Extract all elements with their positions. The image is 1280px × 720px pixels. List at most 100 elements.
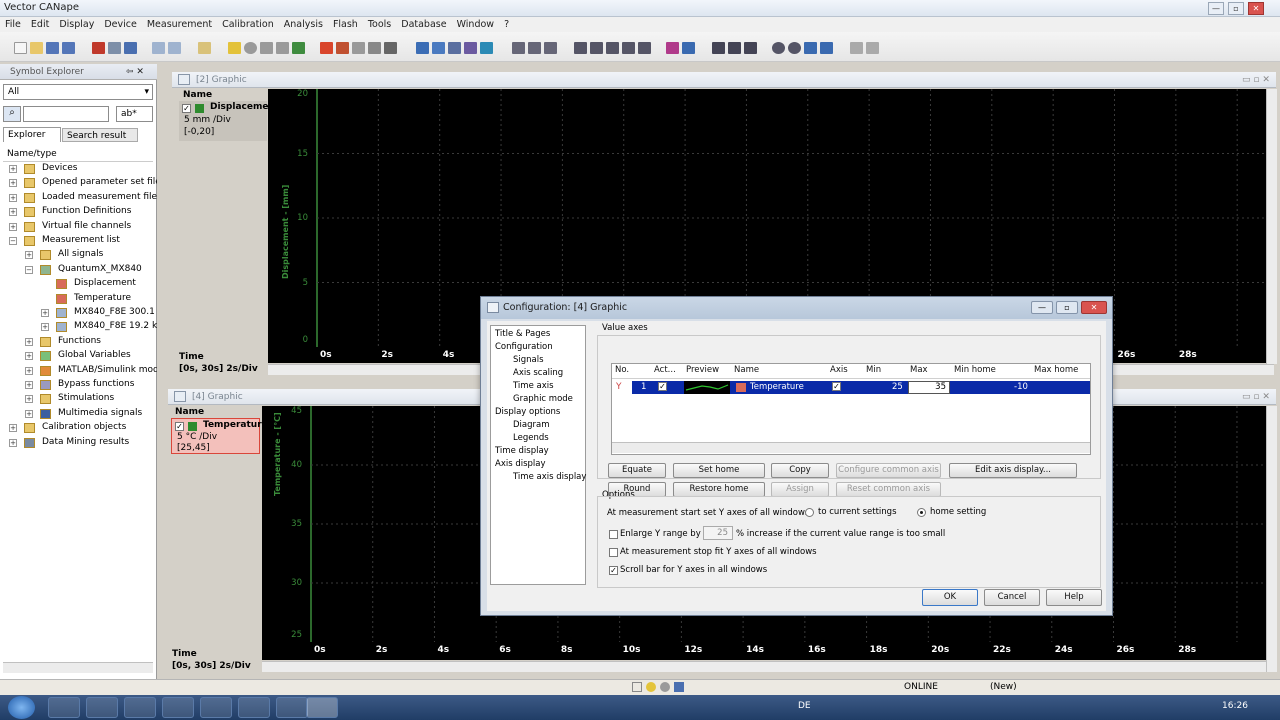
scroll-bar-checkbox[interactable]: ✓ xyxy=(609,566,618,575)
copy-button[interactable]: Copy xyxy=(771,463,829,478)
language-indicator[interactable]: DE xyxy=(798,701,811,711)
taskbar-app-5[interactable] xyxy=(200,697,232,718)
tab-explorer[interactable]: Explorer xyxy=(3,127,61,142)
scale-icon[interactable] xyxy=(606,42,619,54)
tree-item[interactable]: + Functions xyxy=(0,335,157,349)
open-icon[interactable] xyxy=(30,42,43,54)
record-icon[interactable] xyxy=(244,42,257,54)
restore-home-button[interactable]: Restore home xyxy=(673,482,765,497)
print-icon[interactable] xyxy=(384,42,397,54)
device-icon[interactable] xyxy=(92,42,105,54)
maximize-button[interactable]: ▫ xyxy=(1228,2,1244,15)
menu-measurement[interactable]: Measurement xyxy=(142,17,217,30)
tree-item[interactable]: − Measurement list xyxy=(0,234,157,248)
axis3-icon[interactable] xyxy=(544,42,557,54)
tree-item[interactable]: + All signals xyxy=(0,248,157,262)
zoom-out-icon[interactable] xyxy=(788,42,801,54)
nav-legends[interactable]: Legends xyxy=(513,433,549,443)
stop-fit-label[interactable]: At measurement stop fit Y axes of all wi… xyxy=(620,547,817,557)
col-axis[interactable]: Axis xyxy=(830,365,848,375)
fit-icon[interactable] xyxy=(590,42,603,54)
minimize-button[interactable]: — xyxy=(1208,2,1224,15)
search-mode-dropdown[interactable]: ab* xyxy=(116,106,153,122)
radio-current-settings[interactable] xyxy=(805,508,814,517)
back-icon[interactable] xyxy=(152,42,165,54)
redo-icon[interactable] xyxy=(866,42,879,54)
lightning-icon[interactable] xyxy=(228,42,241,54)
help-button[interactable]: Help xyxy=(1046,589,1102,606)
tree-item[interactable]: + Loaded measurement files xyxy=(0,191,157,205)
flash-icon[interactable] xyxy=(352,42,365,54)
window-icon[interactable] xyxy=(198,42,211,54)
graphic4-window-buttons-icon[interactable]: ▭ ▫ ✕ xyxy=(1242,392,1270,402)
search-icon[interactable]: ⌕ xyxy=(3,106,21,122)
col-active[interactable]: Act... xyxy=(654,365,676,375)
assign-button[interactable]: Assign xyxy=(771,482,829,497)
scroll-bar-label[interactable]: Scroll bar for Y axes in all windows xyxy=(620,565,767,575)
expand-icon[interactable]: + xyxy=(25,366,33,375)
cancel-button[interactable]: Cancel xyxy=(984,589,1040,606)
menu-flash[interactable]: Flash xyxy=(328,17,363,30)
expand-icon[interactable]: + xyxy=(41,309,49,317)
menu-calibration[interactable]: Calibration xyxy=(217,17,279,30)
forward-icon[interactable] xyxy=(168,42,181,54)
col-no[interactable]: No. xyxy=(615,365,629,375)
tree-item[interactable]: + MX840_F8E 19.2 kHz xyxy=(0,320,157,334)
analysis-icon[interactable] xyxy=(416,42,429,54)
radio-home-label[interactable]: home setting xyxy=(930,507,986,517)
tree-item[interactable]: + Global Variables xyxy=(0,349,157,363)
cursor-icon[interactable] xyxy=(712,42,725,54)
tree-item[interactable]: + MX840_F8E 300.1 Hz xyxy=(0,306,157,320)
filter-dropdown[interactable]: All ▾ xyxy=(3,84,153,100)
axis-icon[interactable] xyxy=(512,42,525,54)
edit-axis-display-button[interactable]: Edit axis display... xyxy=(949,463,1077,478)
axis2-icon[interactable] xyxy=(528,42,541,54)
tree-item[interactable]: + Devices xyxy=(0,162,157,176)
nav-graphic-mode[interactable]: Graphic mode xyxy=(513,394,573,404)
copy-page-icon[interactable] xyxy=(368,42,381,54)
set-home-button[interactable]: Set home xyxy=(673,463,765,478)
table-row[interactable]: 1 ✓ Temperature ✓ 25 35 -10 xyxy=(632,381,1090,394)
wave-icon[interactable] xyxy=(666,42,679,54)
equate-button[interactable]: Equate xyxy=(608,463,666,478)
tree-item[interactable]: + Calibration objects xyxy=(0,421,157,435)
tree-item[interactable]: + Bypass functions xyxy=(0,378,157,392)
expand-icon[interactable]: + xyxy=(9,193,17,202)
graphic2-signal-checkbox[interactable]: ✓ xyxy=(182,104,191,113)
collapse-icon[interactable]: − xyxy=(9,237,17,245)
taskbar-app-1[interactable] xyxy=(48,697,80,718)
enlarge-input[interactable]: 25 xyxy=(703,526,733,540)
dialog-close-button[interactable]: ✕ xyxy=(1081,301,1107,314)
tree-item[interactable]: + Multimedia signals xyxy=(0,407,157,421)
col-max[interactable]: Max xyxy=(910,365,928,375)
monitor-icon[interactable] xyxy=(292,42,305,54)
menu-window[interactable]: Window xyxy=(452,17,499,30)
tree-item[interactable]: Displacement xyxy=(0,277,157,291)
row-max-input[interactable]: 35 xyxy=(908,381,950,394)
row-axis-checkbox[interactable]: ✓ xyxy=(832,382,841,391)
nav-title-pages[interactable]: Title & Pages xyxy=(495,329,550,339)
measure-icon[interactable] xyxy=(728,42,741,54)
expand-icon[interactable]: + xyxy=(41,323,49,332)
pin-close-icon[interactable]: ⇦ ✕ xyxy=(126,67,144,77)
menu-analysis[interactable]: Analysis xyxy=(279,17,328,30)
expand-icon[interactable]: + xyxy=(25,395,33,404)
new-icon[interactable] xyxy=(14,42,27,54)
graphic2-vertical-scrollbar[interactable] xyxy=(1266,89,1277,364)
taskbar-app-2[interactable] xyxy=(86,697,118,718)
col-min[interactable]: Min xyxy=(866,365,881,375)
grid-icon[interactable] xyxy=(574,42,587,54)
taskbar-app-4[interactable] xyxy=(162,697,194,718)
nav-time-axis[interactable]: Time axis xyxy=(513,381,554,391)
graphic4-signal-checkbox[interactable]: ✓ xyxy=(175,422,184,431)
menu-tools[interactable]: Tools xyxy=(363,17,396,30)
nav-diagram[interactable]: Diagram xyxy=(513,420,550,430)
nav-signals[interactable]: Signals xyxy=(513,355,544,365)
reset-common-axis-button[interactable]: Reset common axis xyxy=(836,482,941,497)
menu-edit[interactable]: Edit xyxy=(26,17,54,30)
nav-display-options[interactable]: Display options xyxy=(495,407,560,417)
arrows-icon[interactable] xyxy=(336,42,349,54)
menu-database[interactable]: Database xyxy=(396,17,451,30)
zoom-in-icon[interactable] xyxy=(772,42,785,54)
refresh-icon[interactable] xyxy=(820,42,833,54)
